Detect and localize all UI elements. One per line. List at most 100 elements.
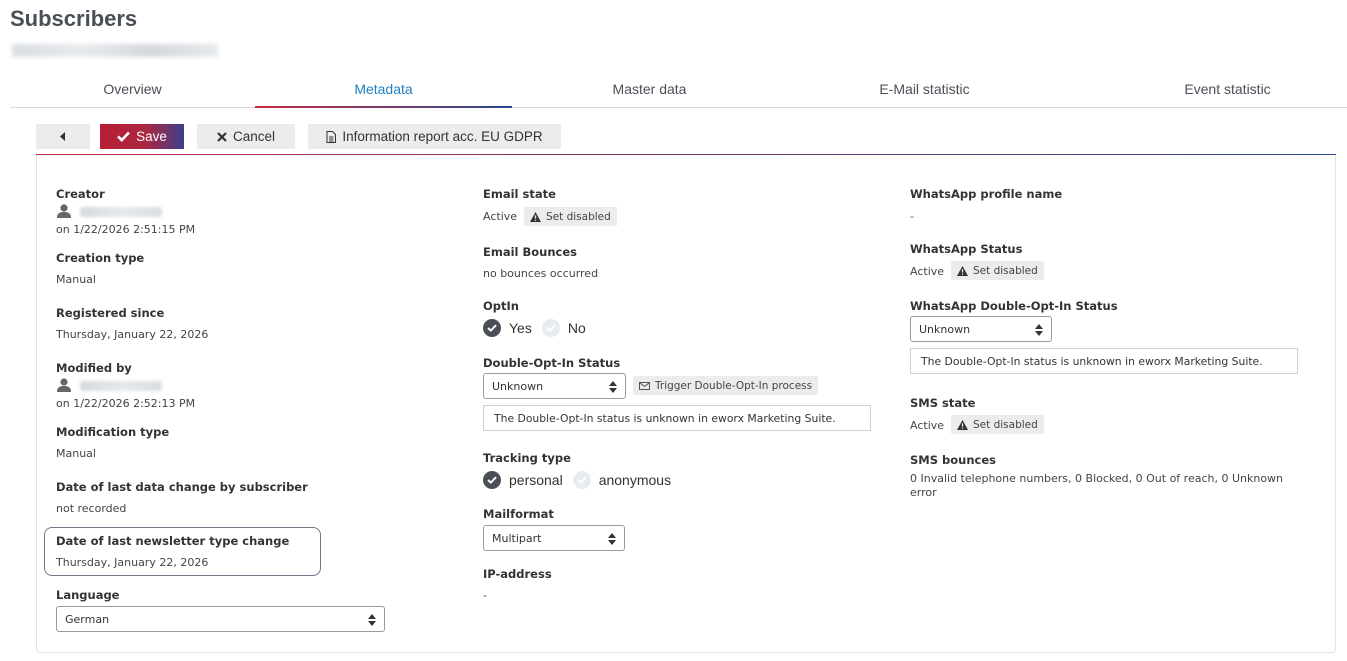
last-data-change-value: not recorded bbox=[56, 502, 127, 515]
sms-state-value: Active bbox=[910, 419, 945, 432]
check-icon bbox=[546, 324, 556, 332]
doi-status-label: Double-Opt-In Status bbox=[483, 356, 621, 370]
save-button-label: Save bbox=[136, 129, 167, 144]
language-select[interactable]: German bbox=[56, 606, 385, 632]
mailformat-select[interactable]: Multipart bbox=[483, 525, 625, 551]
sort-arrows-icon bbox=[368, 614, 376, 626]
optin-no-label: No bbox=[567, 320, 586, 336]
sms-bounces-value-line2: error bbox=[910, 486, 937, 499]
modification-type-value: Manual bbox=[56, 447, 96, 460]
wa-status-label: WhatsApp Status bbox=[910, 242, 1023, 256]
sms-bounces-label: SMS bounces bbox=[910, 453, 996, 467]
registered-since-value: Thursday, January 22, 2026 bbox=[56, 328, 209, 341]
tab-bar: Overview Metadata Master data E-Mail sta… bbox=[10, 74, 1347, 108]
close-icon bbox=[217, 131, 227, 142]
tracking-type-label: Tracking type bbox=[483, 451, 571, 465]
email-bounces-label: Email Bounces bbox=[483, 245, 577, 259]
email-state-label: Email state bbox=[483, 187, 556, 201]
optin-no-radio[interactable] bbox=[541, 319, 560, 337]
wa-doi-info-box: The Double-Opt-In status is unknown in e… bbox=[910, 348, 1298, 374]
wa-doi-label: WhatsApp Double-Opt-In Status bbox=[910, 299, 1118, 313]
sort-arrows-icon bbox=[608, 533, 616, 545]
creator-name-blurred bbox=[80, 207, 162, 217]
ip-address-label: IP-address bbox=[483, 567, 552, 581]
last-data-change-label: Date of last data change by subscriber bbox=[56, 480, 308, 494]
wa-profile-value: - bbox=[910, 210, 914, 223]
warning-icon bbox=[530, 211, 541, 222]
wa-doi-select[interactable]: Unknown bbox=[910, 316, 1052, 342]
modified-by-label: Modified by bbox=[56, 361, 132, 375]
metadata-panel bbox=[36, 155, 1336, 653]
trigger-doi-button[interactable]: Trigger Double-Opt-In process bbox=[633, 376, 819, 395]
wa-doi-select-value: Unknown bbox=[919, 322, 971, 336]
tracking-radio-group: personal anonymous bbox=[483, 470, 681, 490]
check-icon bbox=[117, 131, 131, 142]
tab-overview[interactable]: Overview bbox=[10, 74, 255, 108]
tab-metadata[interactable]: Metadata bbox=[255, 74, 512, 108]
sms-set-disabled-label: Set disabled bbox=[973, 418, 1038, 431]
save-button[interactable]: Save bbox=[100, 124, 184, 149]
sms-set-disabled-button[interactable]: Set disabled bbox=[951, 415, 1044, 434]
language-label: Language bbox=[56, 588, 120, 602]
mailformat-label: Mailformat bbox=[483, 507, 554, 521]
gdpr-report-button[interactable]: Information report acc. EU GDPR bbox=[308, 124, 561, 149]
user-icon bbox=[57, 204, 71, 218]
optin-yes-radio[interactable] bbox=[483, 319, 501, 337]
newsletter-change-label: Date of last newsletter type change bbox=[56, 534, 290, 548]
check-icon bbox=[487, 476, 497, 484]
subscriber-name-blurred bbox=[12, 44, 218, 57]
trigger-doi-label: Trigger Double-Opt-In process bbox=[655, 379, 813, 392]
optin-label: OptIn bbox=[483, 299, 519, 313]
creation-type-value: Manual bbox=[56, 273, 96, 286]
wa-set-disabled-button[interactable]: Set disabled bbox=[951, 261, 1044, 280]
optin-yes-label: Yes bbox=[509, 320, 532, 336]
tab-email-statistic[interactable]: E-Mail statistic bbox=[787, 74, 1062, 108]
registered-since-label: Registered since bbox=[56, 306, 165, 320]
creation-type-label: Creation type bbox=[56, 251, 145, 265]
email-bounces-value: no bounces occurred bbox=[483, 267, 599, 280]
wa-set-disabled-label: Set disabled bbox=[973, 264, 1038, 277]
email-set-disabled-button[interactable]: Set disabled bbox=[524, 207, 617, 226]
caret-left-icon bbox=[60, 132, 65, 141]
sms-state-label: SMS state bbox=[910, 396, 976, 410]
tracking-personal-label: personal bbox=[509, 472, 563, 488]
optin-radio-group: Yes No bbox=[483, 318, 596, 338]
tab-master-data[interactable]: Master data bbox=[512, 74, 787, 108]
wa-status-value: Active bbox=[910, 265, 945, 278]
modification-type-label: Modification type bbox=[56, 425, 170, 439]
active-tab-indicator bbox=[255, 106, 512, 108]
tab-event-statistic[interactable]: Event statistic bbox=[1090, 74, 1347, 108]
check-icon bbox=[487, 324, 497, 332]
cancel-button-label: Cancel bbox=[232, 129, 276, 144]
creator-date: on 1/22/2026 2:51:15 PM bbox=[56, 223, 196, 236]
creator-label: Creator bbox=[56, 187, 105, 201]
envelope-icon bbox=[639, 381, 650, 390]
language-select-value: German bbox=[65, 612, 110, 626]
document-icon bbox=[326, 130, 337, 143]
doi-status-select[interactable]: Unknown bbox=[483, 373, 626, 399]
doi-info-box: The Double-Opt-In status is unknown in e… bbox=[483, 405, 871, 431]
sms-bounces-value-line1: 0 Invalid telephone numbers, 0 Blocked, … bbox=[910, 472, 1284, 485]
modified-date: on 1/22/2026 2:52:13 PM bbox=[56, 397, 196, 410]
warning-icon bbox=[957, 419, 968, 430]
check-icon bbox=[577, 476, 587, 484]
modifier-name-blurred bbox=[80, 381, 162, 391]
doi-status-select-value: Unknown bbox=[492, 379, 544, 393]
cancel-button[interactable]: Cancel bbox=[197, 124, 295, 149]
user-icon bbox=[57, 378, 71, 392]
gdpr-report-button-label: Information report acc. EU GDPR bbox=[342, 129, 543, 144]
sort-arrows-icon bbox=[1035, 324, 1043, 336]
mailformat-select-value: Multipart bbox=[492, 531, 542, 545]
tracking-anonymous-radio[interactable] bbox=[572, 471, 591, 489]
wa-profile-label: WhatsApp profile name bbox=[910, 187, 1063, 201]
sort-arrows-icon bbox=[609, 381, 617, 393]
ip-address-value: - bbox=[483, 589, 487, 602]
page-title: Subscribers bbox=[10, 6, 138, 31]
newsletter-change-value: Thursday, January 22, 2026 bbox=[56, 556, 209, 569]
tracking-personal-radio[interactable] bbox=[483, 471, 501, 489]
email-set-disabled-label: Set disabled bbox=[546, 210, 611, 223]
warning-icon bbox=[957, 265, 968, 276]
tracking-anonymous-label: anonymous bbox=[598, 472, 672, 488]
email-state-value: Active bbox=[483, 210, 518, 223]
back-button[interactable] bbox=[36, 124, 90, 149]
